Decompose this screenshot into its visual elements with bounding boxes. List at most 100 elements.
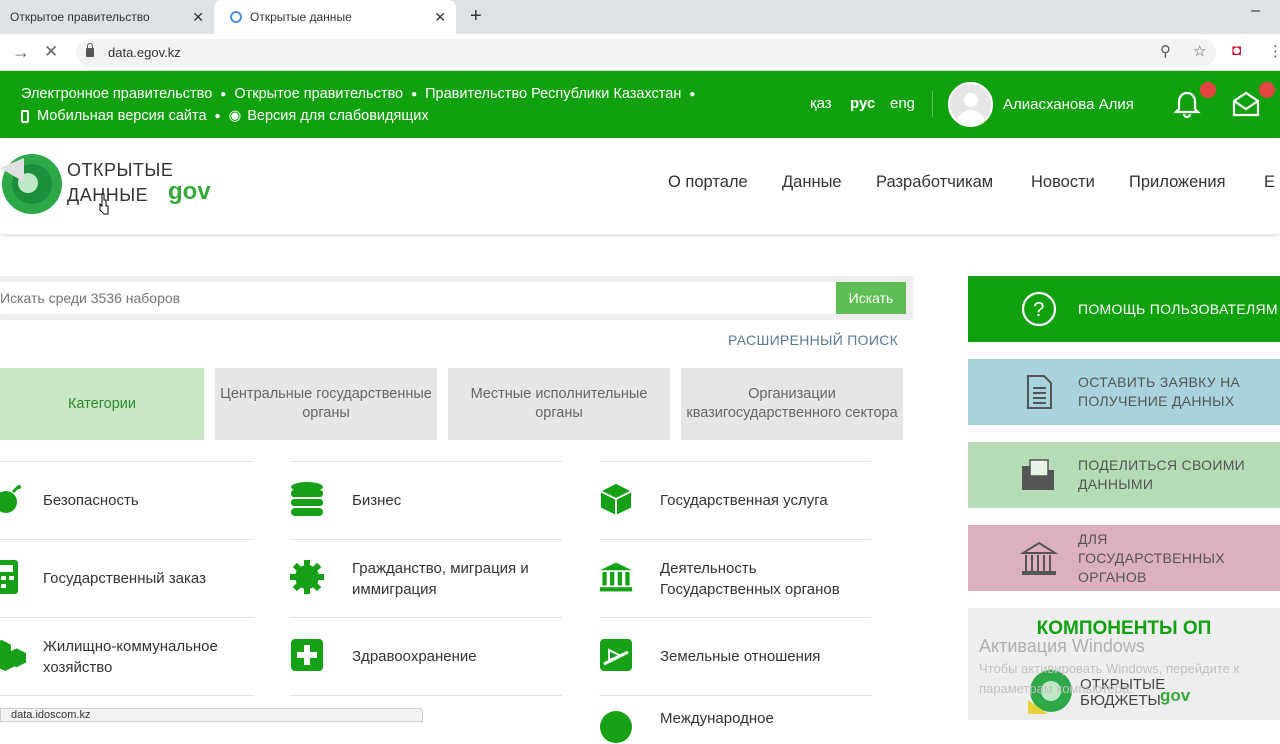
lang-eng[interactable]: eng	[890, 95, 915, 112]
category-label: Жилищно-коммунальное хозяйство	[43, 637, 218, 676]
notification-badge	[1200, 82, 1216, 98]
sidebar-gov-bodies[interactable]: ДЛЯ ГОСУДАРСТВЕННЫХ ОРГАНОВ	[968, 525, 1280, 591]
category-citizenship[interactable]: Гражданство, миграция и иммиграция	[290, 539, 562, 617]
logo-mark-icon	[0, 154, 62, 214]
close-icon[interactable]: ✕	[192, 9, 204, 26]
mail-icon[interactable]	[1231, 90, 1261, 118]
nav-news[interactable]: Новости	[1031, 173, 1095, 192]
mail-badge	[1259, 82, 1275, 98]
url-field[interactable]: data.egov.kz	[76, 39, 1216, 66]
category-label: Бизнес	[352, 492, 402, 509]
category-label: Государственная услуга	[660, 492, 828, 509]
bell-icon[interactable]	[1173, 90, 1201, 120]
tab-label: Открытые данные	[250, 10, 352, 24]
database-icon	[290, 482, 324, 516]
divider	[932, 91, 933, 117]
link-egov[interactable]: Электронное правительство	[21, 86, 212, 102]
category-public-service[interactable]: Государственная услуга	[599, 461, 871, 539]
nav-about[interactable]: О портале	[668, 173, 748, 192]
category-label: Здравоохранение	[352, 648, 477, 665]
category-label: Деятельность Государственных органов	[660, 559, 840, 598]
lang-rus[interactable]: рус	[850, 95, 875, 112]
tab-quasi-gov[interactable]: Организации квазигосударственного сектор…	[681, 368, 903, 440]
search-input[interactable]	[0, 282, 836, 314]
plus-square-icon	[290, 638, 324, 672]
mobile-icon	[21, 109, 29, 123]
tab-local-gov[interactable]: Местные исполнительные органы	[448, 368, 670, 440]
tab-label: Открытое правительство	[10, 10, 150, 24]
gear-icon	[290, 560, 324, 594]
link-low-vision[interactable]: Версия для слабовидящих	[247, 108, 428, 124]
zoom-icon[interactable]: ⚲	[1160, 42, 1171, 60]
status-url: data.idoscom.kz	[11, 709, 91, 721]
windows-watermark-title: Активация Windows	[979, 636, 1145, 656]
new-tab-icon[interactable]: +	[470, 5, 482, 28]
user-name[interactable]: Алиасханова Алия	[1003, 96, 1134, 113]
category-state-order[interactable]: Государственный заказ	[0, 539, 254, 617]
government-building-icon	[1020, 541, 1058, 575]
menu-icon[interactable]: ⋮	[1268, 42, 1280, 60]
category-label: Гражданство, миграция и иммиграция	[352, 559, 529, 598]
question-icon: ?	[1021, 291, 1057, 327]
link-rk-gov[interactable]: Правительство Республики Казахстан	[425, 86, 681, 102]
forward-arrow-icon[interactable]: →	[12, 42, 30, 63]
lock-icon	[86, 43, 94, 57]
globe-icon	[599, 710, 633, 744]
favicon-icon	[230, 11, 242, 23]
category-healthcare[interactable]: Здравоохранение	[290, 617, 562, 695]
svg-text:?: ?	[1033, 299, 1044, 321]
site-logo[interactable]: ОТКРЫТЫЕ ДАННЫЕ gov	[0, 150, 220, 220]
tab-central-gov[interactable]: Центральные государственные органы	[215, 368, 437, 440]
search-panel: Искать	[0, 276, 913, 320]
folder-icon	[1022, 459, 1054, 490]
sidebar-label: ДЛЯ ГОСУДАРСТВЕННЫХ ОРГАНОВ	[1078, 530, 1225, 585]
category-business[interactable]: Бизнес	[290, 461, 562, 539]
avatar[interactable]	[948, 82, 993, 127]
nav-data[interactable]: Данные	[782, 173, 842, 192]
category-gov-activity[interactable]: Деятельность Государственных органов	[599, 539, 871, 617]
nav-apps[interactable]: Приложения	[1129, 173, 1226, 192]
bank-icon	[599, 560, 633, 594]
eye-icon: ◉	[228, 108, 242, 124]
link-open-gov[interactable]: Открытое правительство	[234, 86, 403, 102]
advanced-search-link[interactable]: РАСШИРЕННЫЙ ПОИСК	[728, 332, 898, 348]
lang-kaz[interactable]: қаз	[810, 95, 832, 112]
browser-tabstrip: Открытое правительство ✕ Открытые данные…	[0, 0, 1280, 34]
sidebar-share-data[interactable]: ПОДЕЛИТЬСЯ СВОИМИ ДАННЫМИ	[968, 442, 1280, 508]
search-button[interactable]: Искать	[836, 282, 906, 314]
cubes-icon	[0, 638, 26, 672]
nav-more[interactable]: Е	[1264, 173, 1275, 192]
link-mobile[interactable]: Мобильная версия сайта	[37, 108, 207, 124]
extension-icon[interactable]: ◘	[1232, 42, 1241, 59]
sidebar-request-data[interactable]: ОСТАВИТЬ ЗАЯВКУ НА ПОЛУЧЕНИЕ ДАННЫХ	[968, 359, 1280, 425]
tab-categories[interactable]: Категории	[0, 368, 204, 440]
mouse-pointer-icon	[99, 193, 109, 215]
browser-tab-open-data[interactable]: Открытые данные ✕	[214, 0, 456, 34]
category-security[interactable]: Безопасность	[0, 461, 254, 539]
url-text: data.egov.kz	[108, 45, 181, 60]
cube-icon	[599, 482, 633, 516]
sidebar-help[interactable]: ? ПОМОЩЬ ПОЛЬЗОВАТЕЛЯМ	[968, 276, 1280, 342]
category-label: Государственный заказ	[43, 570, 206, 587]
calculator-icon	[0, 560, 20, 594]
document-icon	[1027, 375, 1052, 409]
land-icon	[599, 638, 633, 672]
gov-links-row: Электронное правительство ● Открытое прав…	[21, 86, 696, 102]
address-bar-row: → ✕ data.egov.kz ⚲ ☆ ◘ ⋮	[0, 34, 1280, 71]
browser-tab-open-government[interactable]: Открытое правительство ✕	[0, 0, 214, 34]
sidebar-label: ПОМОЩЬ ПОЛЬЗОВАТЕЛЯМ	[1078, 300, 1278, 317]
minimize-icon[interactable]: –	[1251, 2, 1260, 20]
gov-links-row-2: Мобильная версия сайта ● ◉ Версия для сла…	[21, 108, 429, 124]
category-label: Международное	[660, 710, 774, 727]
budgets-logo-gov: gov	[1160, 686, 1191, 705]
close-icon[interactable]: ✕	[434, 9, 446, 26]
star-icon[interactable]: ☆	[1193, 42, 1206, 60]
nav-developers[interactable]: Разработчикам	[876, 173, 993, 192]
category-housing[interactable]: Жилищно-коммунальное хозяйство	[0, 617, 254, 695]
sidebar-label: ОСТАВИТЬ ЗАЯВКУ НА ПОЛУЧЕНИЕ ДАННЫХ	[1078, 374, 1241, 409]
category-land[interactable]: Земельные отношения	[599, 617, 871, 695]
windows-watermark-line2: параметрам компьютера.	[979, 681, 1133, 696]
category-label: Безопасность	[43, 492, 139, 509]
category-international[interactable]: Международное	[599, 695, 871, 743]
stop-icon[interactable]: ✕	[44, 42, 58, 62]
